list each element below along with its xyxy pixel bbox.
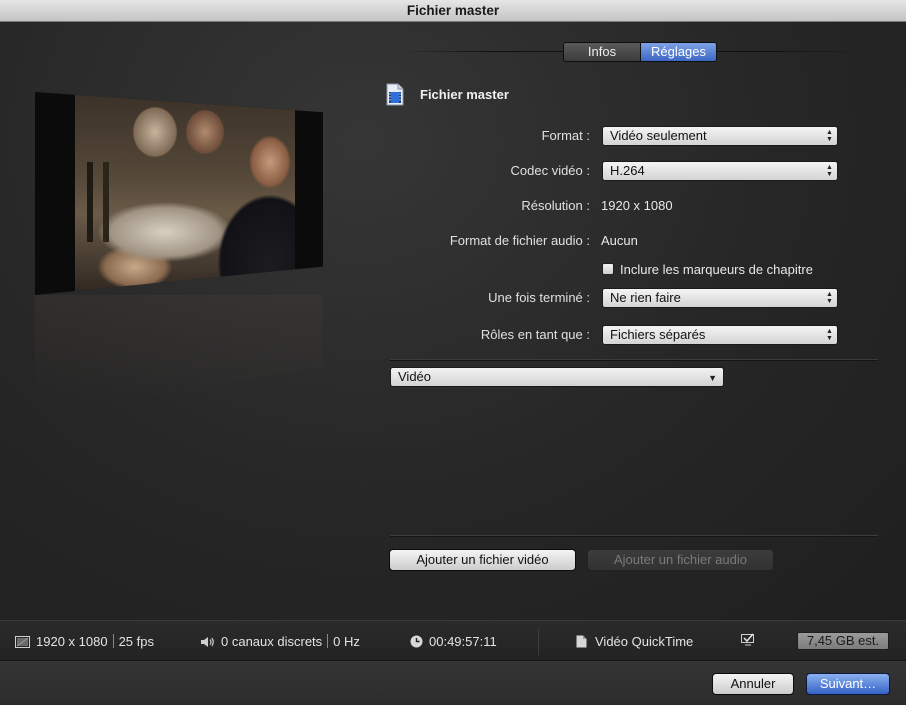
buttons-divider [390, 535, 878, 536]
status-sample-rate: 0 Hz [333, 634, 360, 649]
tab-reglages[interactable]: Réglages [640, 43, 716, 61]
chapter-markers-checkbox[interactable] [602, 263, 614, 275]
separator [327, 634, 329, 648]
compatible-devices-icon[interactable] [741, 633, 755, 646]
codec-value: H.264 [610, 163, 645, 178]
format-popup[interactable]: Vidéo seulement ▲ ▼ [602, 126, 838, 146]
speaker-icon [201, 637, 214, 647]
status-audio-channels: 0 canaux discrets [221, 634, 323, 649]
clock-icon [410, 635, 423, 648]
roles-section-popup[interactable]: Vidéo ▼ [390, 367, 724, 387]
add-video-file-button[interactable]: Ajouter un fichier vidéo [389, 549, 576, 571]
resolution-label: Résolution : [521, 198, 590, 213]
updown-arrows-icon: ▲ ▼ [826, 291, 833, 305]
dialog-button-bar: Annuler Suivant… [0, 660, 906, 705]
audio-properties: 0 canaux discrets 0 Hz [200, 634, 360, 649]
preview-reflection [35, 295, 323, 415]
updown-arrows-icon: ▲ ▼ [826, 164, 833, 178]
roles-popup[interactable]: Fichiers séparés ▲ ▼ [602, 325, 838, 345]
display-icon [15, 636, 30, 648]
status-bar: 1920 x 1080 25 fps 0 canaux discrets 0 Hz … [0, 620, 906, 660]
add-audio-file-button[interactable]: Ajouter un fichier audio [587, 549, 774, 571]
tab-infos[interactable]: Infos [564, 43, 640, 61]
document-icon [576, 635, 587, 648]
updown-arrows-icon: ▲ ▼ [826, 129, 833, 143]
preview-frame [35, 92, 323, 295]
codec-popup[interactable]: H.264 ▲ ▼ [602, 161, 838, 181]
updown-arrows-icon: ▲ ▼ [826, 328, 833, 342]
status-file-type: Vidéo QuickTime [595, 634, 694, 649]
separator [112, 634, 114, 648]
when-done-popup[interactable]: Ne rien faire ▲ ▼ [602, 288, 838, 308]
format-value: Vidéo seulement [610, 128, 707, 143]
share-panel: Infos Réglages Fichier master Format : V… [0, 22, 906, 620]
codec-label: Codec vidéo : [510, 163, 591, 178]
audio-format-value: Aucun [601, 233, 638, 248]
status-fps: 25 fps [118, 634, 154, 649]
when-done-label: Une fois terminé : [488, 290, 590, 305]
section-divider [390, 359, 878, 360]
preview-detail [81, 162, 121, 242]
file-type: Vidéo QuickTime [576, 634, 693, 649]
tab-control: Infos Réglages [563, 42, 717, 62]
format-label: Format : [541, 128, 590, 143]
estimated-size-badge: 7,45 GB est. [797, 632, 889, 650]
cancel-button[interactable]: Annuler [712, 673, 794, 695]
chevron-down-icon: ▼ [708, 373, 717, 383]
status-resolution: 1920 x 1080 [36, 634, 108, 649]
status-divider [538, 629, 539, 655]
page-title: Fichier master [420, 87, 509, 102]
movie-document-icon [386, 83, 404, 106]
section-value: Vidéo [398, 369, 432, 384]
resolution-value: 1920 x 1080 [601, 198, 673, 213]
status-duration: 00:49:57:11 [429, 634, 497, 649]
audio-format-label: Format de fichier audio : [449, 233, 590, 248]
roles-label: Rôles en tant que : [480, 327, 590, 342]
video-properties: 1920 x 1080 25 fps [15, 634, 154, 649]
next-button[interactable]: Suivant… [806, 673, 890, 695]
roles-value: Fichiers séparés [610, 327, 706, 342]
when-done-value: Ne rien faire [610, 290, 681, 305]
duration: 00:49:57:11 [410, 634, 497, 649]
chapter-markers-label[interactable]: Inclure les marqueurs de chapitre [620, 262, 813, 277]
window-title: Fichier master [0, 0, 906, 22]
video-preview [35, 92, 323, 415]
